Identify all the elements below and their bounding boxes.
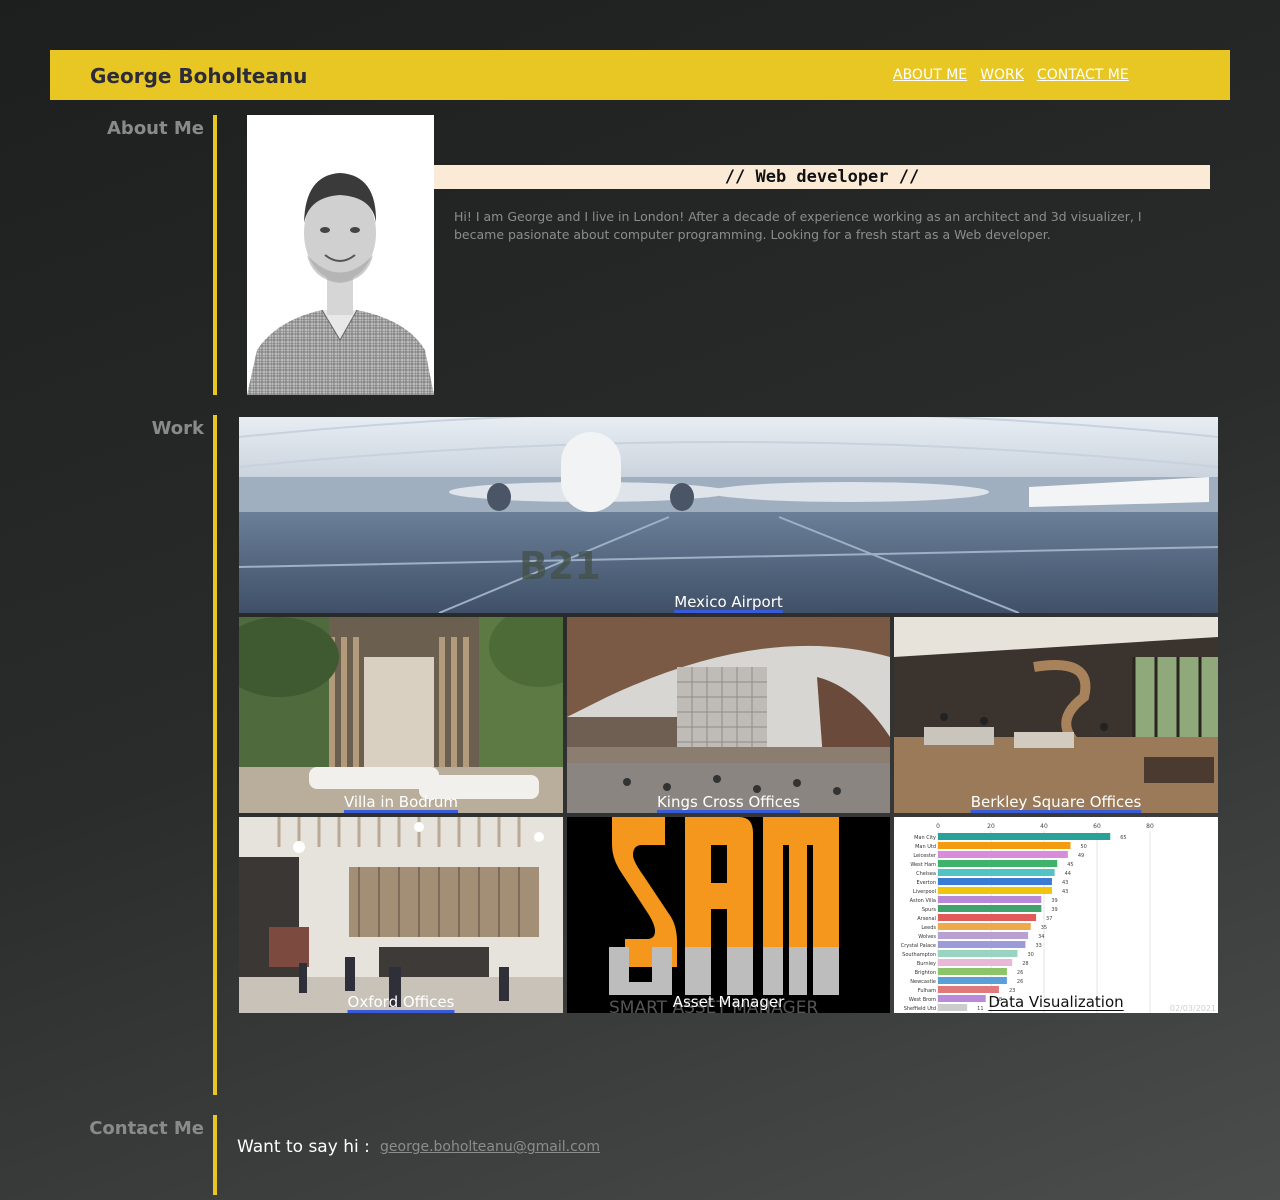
- bar: [938, 851, 1068, 858]
- bar-value-label: 37: [1046, 916, 1052, 922]
- top-navbar: George Boholteanu ABOUT ME WORK CONTACT …: [50, 50, 1230, 100]
- work-tile-villa-bodrum[interactable]: Villa in Bodrum: [239, 617, 563, 813]
- bar-label: Burnley: [917, 961, 936, 967]
- bar-label: Everton: [917, 880, 936, 886]
- bar-value-label: 45: [1067, 862, 1073, 868]
- axis-tick-label: 0: [936, 823, 940, 830]
- bar: [938, 842, 1071, 849]
- bar-value-label: 28: [1022, 961, 1028, 967]
- bar-value-label: 26: [1017, 979, 1023, 985]
- work-title-villa-bodrum[interactable]: Villa in Bodrum: [239, 793, 563, 811]
- bar-label: Newcastle: [910, 979, 936, 985]
- bar-value-label: 34: [1038, 934, 1044, 940]
- section-divider-about: [213, 115, 217, 395]
- section-title-work: Work: [151, 418, 204, 439]
- kings-cross-render-image: [567, 617, 890, 813]
- bar-value-label: 65: [1120, 835, 1126, 841]
- sam-logo: SMART ASSET MANAGER: [567, 817, 890, 1013]
- bar-label: Arsenal: [917, 916, 936, 922]
- nav-link-work[interactable]: WORK: [980, 67, 1024, 83]
- work-tile-asset-manager[interactable]: SMART ASSET MANAGER Asset Manager: [567, 817, 890, 1013]
- work-title-mexico-airport[interactable]: Mexico Airport: [239, 593, 1218, 611]
- airport-render-image: B21: [239, 417, 1218, 613]
- bar: [938, 914, 1037, 921]
- bar: [938, 887, 1052, 894]
- work-title-asset-manager[interactable]: Asset Manager: [567, 993, 890, 1011]
- bar-label: Southampton: [902, 952, 936, 958]
- bar: [938, 878, 1052, 885]
- contact-email-link[interactable]: george.boholteanu@gmail.com: [380, 1139, 600, 1155]
- bar-value-label: 26: [1017, 970, 1023, 976]
- work-title-data-visualization[interactable]: Data Visualization: [894, 993, 1218, 1011]
- bar: [938, 959, 1013, 966]
- bar: [938, 923, 1031, 930]
- work-tile-berkley-square[interactable]: Berkley Square Offices: [894, 617, 1218, 813]
- bar: [938, 941, 1026, 948]
- bar-label: Crystal Palace: [901, 943, 936, 949]
- work-tile-data-visualization[interactable]: 0 20 40 60 80 Man City 65 Man Utd 50 Leicester 49 W…: [894, 817, 1218, 1013]
- oxford-render-image: [239, 817, 563, 1013]
- axis-tick-label: 80: [1146, 823, 1154, 830]
- bar: [938, 986, 999, 993]
- bar: [938, 950, 1018, 957]
- bar-label: Man City: [914, 835, 936, 841]
- profile-photo: [247, 115, 434, 395]
- bar-value-label: 33: [1035, 943, 1041, 949]
- bar: [938, 932, 1029, 939]
- section-title-about: About Me: [107, 118, 204, 139]
- work-tile-kings-cross[interactable]: Kings Cross Offices: [567, 617, 890, 813]
- bar-value-label: 43: [1062, 880, 1068, 886]
- bar: [938, 869, 1055, 876]
- bar-chart-race-image: 0 20 40 60 80 Man City 65 Man Utd 50 Leicester 49 W…: [901, 823, 1216, 1013]
- site-brand[interactable]: George Boholteanu: [90, 64, 307, 88]
- bar-value-label: 44: [1065, 871, 1071, 877]
- svg-text:B21: B21: [519, 544, 601, 588]
- bar: [938, 905, 1042, 912]
- contact-prompt: Want to say hi :: [237, 1137, 370, 1157]
- bar-label: Wolves: [918, 934, 936, 940]
- bar: [938, 968, 1007, 975]
- axis-tick-label: 40: [1040, 823, 1048, 830]
- work-tile-mexico-airport[interactable]: B21 Mexico Airport: [239, 417, 1218, 613]
- bar: [938, 896, 1042, 903]
- bar-label: Brighton: [915, 970, 936, 976]
- bar-label: West Ham: [910, 862, 936, 868]
- bar-value-label: 49: [1078, 853, 1084, 859]
- axis-tick-label: 60: [1093, 823, 1101, 830]
- work-title-oxford[interactable]: Oxford Offices: [239, 993, 563, 1011]
- bar: [938, 860, 1058, 867]
- bio-text: Hi! I am George and I live in London! Af…: [454, 209, 1142, 242]
- work-title-berkley-square[interactable]: Berkley Square Offices: [894, 793, 1218, 811]
- bar-label: Leeds: [921, 925, 936, 931]
- bar-label: Leicester: [913, 853, 937, 859]
- role-banner: // Web developer //: [434, 165, 1210, 189]
- nav-link-about[interactable]: ABOUT ME: [893, 67, 967, 83]
- villa-render-image: [239, 617, 563, 813]
- bar-value-label: 30: [1028, 952, 1034, 958]
- bar-label: Chelsea: [916, 871, 936, 877]
- bar-label: Aston Villa: [910, 898, 936, 904]
- work-tile-oxford[interactable]: Oxford Offices: [239, 817, 563, 1013]
- bar: [938, 833, 1111, 840]
- bar-value-label: 43: [1062, 889, 1068, 895]
- section-divider-contact: [213, 1115, 217, 1195]
- work-title-kings-cross[interactable]: Kings Cross Offices: [567, 793, 890, 811]
- bar-value-label: 35: [1041, 925, 1047, 931]
- section-divider-work: [213, 415, 217, 1095]
- bar-value-label: 39: [1051, 907, 1057, 913]
- bar-label: Man Utd: [915, 844, 936, 850]
- section-title-contact: Contact Me: [89, 1118, 204, 1139]
- bar-label: Spurs: [922, 907, 937, 913]
- bar-value-label: 50: [1081, 844, 1087, 850]
- bar: [938, 977, 1007, 984]
- nav-link-contact[interactable]: CONTACT ME: [1037, 67, 1129, 83]
- axis-tick-label: 20: [987, 823, 995, 830]
- bar-label: Liverpool: [913, 889, 936, 895]
- main-nav: ABOUT ME WORK CONTACT ME: [893, 67, 1129, 83]
- berkley-square-render-image: [894, 617, 1218, 813]
- bar-value-label: 39: [1051, 898, 1057, 904]
